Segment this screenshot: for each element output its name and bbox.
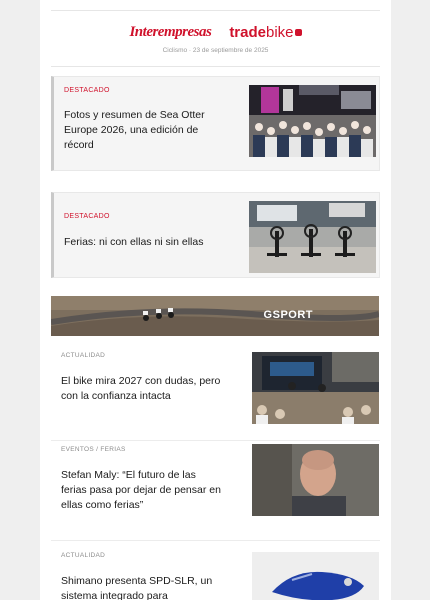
item-divider <box>51 540 380 541</box>
list-item[interactable]: ACTUALIDAD El bike mira 2027 con dudas, … <box>51 352 379 428</box>
featured-tag: DESTACADO <box>64 87 110 94</box>
header-logos: Interempresas tradebike <box>40 22 391 42</box>
featured-image-trade-fair[interactable] <box>249 201 376 273</box>
newsletter-page: Interempresas tradebike Ciclismo · 23 de… <box>40 0 391 600</box>
item-tag: ACTUALIDAD <box>61 352 106 359</box>
item-tag: ACTUALIDAD <box>61 552 106 559</box>
item-tag: EVENTOS / FERIAS <box>61 446 126 453</box>
tradebike-logo-trade: trade <box>229 23 266 41</box>
gsport-banner[interactable]: GSPORT <box>51 296 379 336</box>
featured-tag: DESTACADO <box>64 213 110 220</box>
tradebike-badge-icon <box>294 29 302 37</box>
tradebike-logo[interactable]: tradebike <box>229 23 302 41</box>
item-headline[interactable]: Stefan Maly: “El futuro de las ferias pa… <box>61 468 221 513</box>
featured-image-expo-crowd[interactable] <box>249 85 376 157</box>
item-headline[interactable]: Shimano presenta SPD-SLR, un sistema int… <box>61 574 221 600</box>
featured-article-1[interactable]: DESTACADO Fotos y resumen de Sea Otter E… <box>51 76 380 171</box>
item-image-portrait[interactable] <box>252 444 379 516</box>
item-image-conference[interactable] <box>252 352 379 424</box>
featured-headline[interactable]: Ferias: ni con ellas ni sin ellas <box>64 235 229 250</box>
issue-meta: Ciclismo · 23 de septiembre de 2025 <box>162 47 269 54</box>
tradebike-logo-bike: bike <box>266 23 294 41</box>
list-item[interactable]: EVENTOS / FERIAS Stefan Maly: “El futuro… <box>51 444 379 520</box>
top-divider <box>51 10 380 11</box>
featured-article-2[interactable]: DESTACADO Ferias: ni con ellas ni sin el… <box>51 192 380 278</box>
header-divider <box>51 66 380 67</box>
item-image-shoe[interactable] <box>252 552 379 600</box>
item-divider <box>51 440 380 441</box>
list-item[interactable]: ACTUALIDAD Shimano presenta SPD-SLR, un … <box>51 552 379 600</box>
featured-headline[interactable]: Fotos y resumen de Sea Otter Europe 2026… <box>64 108 229 153</box>
item-headline[interactable]: El bike mira 2027 con dudas, pero con la… <box>61 374 221 404</box>
interempresas-logo[interactable]: Interempresas <box>129 24 211 41</box>
gsport-banner-label: GSPORT <box>263 309 313 321</box>
